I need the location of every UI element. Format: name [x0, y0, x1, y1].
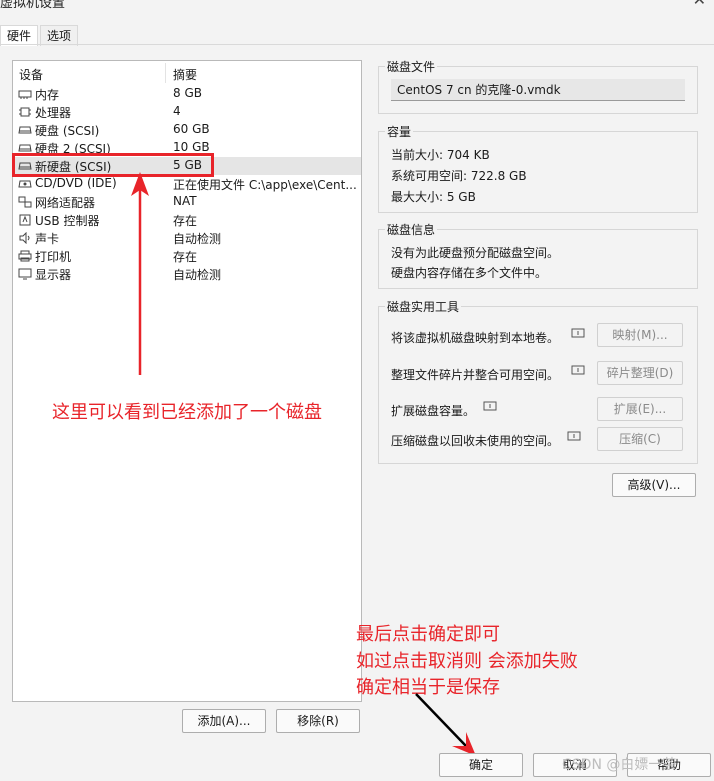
- defragment-button[interactable]: 碎片整理(D): [597, 361, 683, 385]
- network-icon: [18, 196, 32, 208]
- cpu-icon: [19, 107, 31, 117]
- compact-button[interactable]: 压缩(C): [597, 427, 683, 451]
- device-row-cd-dvd[interactable]: CD/DVD (IDE) 正在使用文件 C:\app\exe\Cent...: [13, 175, 361, 193]
- disk-utilities-title: 磁盘实用工具: [385, 298, 462, 315]
- device-summary: NAT: [173, 194, 197, 208]
- device-row-sound-card[interactable]: 声卡 自动检测: [13, 229, 361, 247]
- watermark: CSDN @白嫖一茶: [562, 757, 677, 773]
- monitor-icon: [18, 268, 32, 280]
- device-summary: 4: [173, 104, 181, 118]
- device-list-header: 设备 摘要: [13, 61, 361, 85]
- device-summary: 自动检测: [173, 268, 222, 282]
- highlight-box: [12, 153, 214, 177]
- expand-button[interactable]: 扩展(E)...: [597, 397, 683, 421]
- disk-info-line-2: 硬盘内容存储在多个文件中。: [391, 266, 548, 280]
- device-row-hard-disk[interactable]: 硬盘 (SCSI) 60 GB: [13, 121, 361, 139]
- column-separator[interactable]: [165, 63, 166, 83]
- info-icon[interactable]: [571, 365, 585, 377]
- device-name: CD/DVD (IDE): [35, 176, 117, 190]
- close-icon[interactable]: ✕: [693, 0, 706, 9]
- annotation-added-disk: 这里可以看到已经添加了一个磁盘: [52, 402, 322, 423]
- utility-label-map: 将该虚拟机磁盘映射到本地卷。: [391, 331, 560, 345]
- capacity-current: 当前大小: 704 KB: [391, 148, 490, 162]
- utility-label-expand: 扩展磁盘容量。: [391, 404, 476, 418]
- device-name: 处理器: [35, 106, 72, 120]
- ok-button[interactable]: 确定: [439, 753, 523, 777]
- speaker-icon: [19, 232, 30, 244]
- device-row-processor[interactable]: 处理器 4: [13, 103, 361, 121]
- device-row-usb-controller[interactable]: USB 控制器 存在: [13, 211, 361, 229]
- advanced-button[interactable]: 高级(V)...: [612, 473, 696, 497]
- disk-file-title: 磁盘文件: [385, 58, 438, 75]
- device-name: USB 控制器: [35, 214, 100, 228]
- cdrom-icon: [18, 180, 32, 188]
- utility-label-compact: 压缩磁盘以回收未使用的空间。: [391, 434, 560, 448]
- device-name: 网络适配器: [35, 196, 96, 210]
- annotation-arrow-down: [415, 693, 476, 756]
- window-title: 虚拟机设置: [0, 0, 66, 11]
- capacity-available: 系统可用空间: 722.8 GB: [391, 169, 527, 183]
- device-summary: 60 GB: [173, 122, 210, 136]
- disk-info-group: 磁盘信息 没有为此硬盘预分配磁盘空间。 硬盘内容存储在多个文件中。: [378, 221, 698, 289]
- device-summary: 正在使用文件 C:\app\exe\Cent...: [173, 178, 357, 192]
- capacity-max: 最大大小: 5 GB: [391, 190, 476, 204]
- usb-icon: [19, 214, 31, 226]
- info-icon[interactable]: [483, 401, 497, 413]
- device-row-printer[interactable]: 打印机 存在: [13, 247, 361, 265]
- annotation-note-2: 如过点击取消则 会添加失败: [356, 651, 578, 672]
- tab-divider: [0, 44, 714, 45]
- disk-info-line-1: 没有为此硬盘预分配磁盘空间。: [391, 246, 560, 260]
- device-name: 硬盘 (SCSI): [35, 124, 100, 138]
- device-summary: 10 GB: [173, 140, 210, 154]
- map-button[interactable]: 映射(M)...: [597, 323, 683, 347]
- disk-file-field: CentOS 7 cn 的克隆-0.vmdk: [391, 79, 685, 101]
- info-icon[interactable]: [567, 431, 581, 443]
- utility-label-defrag: 整理文件碎片并整合可用空间。: [391, 368, 560, 382]
- device-summary: 8 GB: [173, 86, 202, 100]
- device-row-network-adapter[interactable]: 网络适配器 NAT: [13, 193, 361, 211]
- device-summary: 存在: [173, 250, 198, 264]
- tab-options[interactable]: 选项: [40, 25, 79, 46]
- device-name: 内存: [35, 88, 60, 102]
- device-name: 打印机: [35, 250, 72, 264]
- annotation-note-1: 最后点击确定即可: [356, 624, 500, 645]
- printer-icon: [18, 250, 32, 262]
- column-header-summary[interactable]: 摘要: [173, 66, 197, 83]
- device-name: 声卡: [35, 232, 60, 246]
- info-icon[interactable]: [571, 328, 585, 340]
- memory-icon: [18, 90, 32, 99]
- disk-icon: [18, 126, 32, 134]
- add-hardware-button[interactable]: 添加(A)...: [182, 709, 266, 733]
- disk-info-title: 磁盘信息: [385, 221, 438, 238]
- capacity-group: 容量 当前大小: 704 KB 系统可用空间: 722.8 GB 最大大小: 5…: [378, 123, 698, 213]
- device-row-memory[interactable]: 内存 8 GB: [13, 85, 361, 103]
- disk-file-group: 磁盘文件 CentOS 7 cn 的克隆-0.vmdk: [378, 58, 698, 114]
- annotation-arrow-up: [131, 172, 149, 375]
- disk-utilities-group: 磁盘实用工具 将该虚拟机磁盘映射到本地卷。 映射(M)... 整理文件碎片并整合…: [378, 298, 698, 464]
- device-summary: 存在: [173, 214, 198, 228]
- device-name: 显示器: [35, 268, 72, 282]
- remove-hardware-button[interactable]: 移除(R): [276, 709, 360, 733]
- device-summary: 自动检测: [173, 232, 222, 246]
- device-row-display[interactable]: 显示器 自动检测: [13, 265, 361, 283]
- capacity-title: 容量: [385, 123, 414, 140]
- column-header-device[interactable]: 设备: [19, 66, 43, 83]
- tab-hardware[interactable]: 硬件: [0, 25, 39, 46]
